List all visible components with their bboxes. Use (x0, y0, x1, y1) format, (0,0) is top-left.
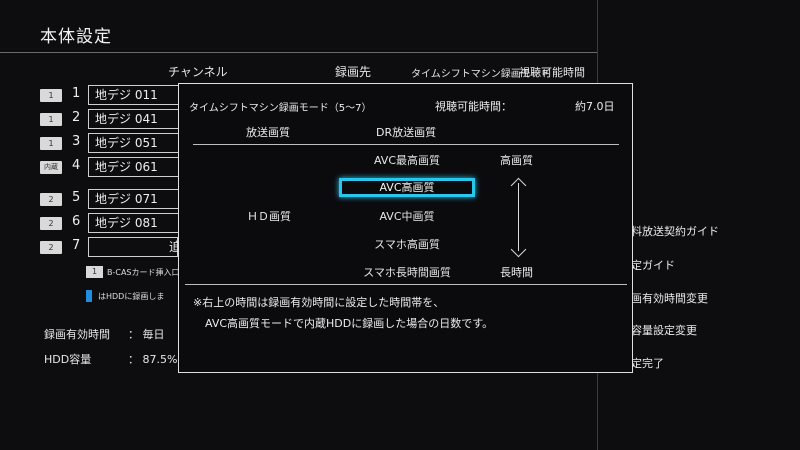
high-quality-label: 高画質 (500, 154, 533, 167)
row-number: 4 (72, 158, 81, 173)
row-number: 2 (72, 110, 81, 125)
dialog-divider (193, 144, 619, 145)
bcas-badge: 1 (86, 266, 103, 278)
arrow-down-icon (510, 241, 527, 258)
tuner-badge: 1 (40, 89, 62, 102)
broadcast-quality-label: 放送画質 (246, 126, 290, 139)
tuner-badge: 2 (40, 241, 62, 254)
tuner-badge: 2 (40, 217, 62, 230)
hdd-capacity-label: HDD容量 (44, 353, 92, 366)
dialog-note-line-2: AVC高画質モードで内蔵HDDに録画した場合の日数です。 (205, 317, 494, 330)
dialog-viewable-value: 約7.0日 (575, 100, 615, 113)
tuner-badge: 1 (40, 113, 62, 126)
option-avc-medium[interactable]: AVC中画質 (332, 208, 482, 224)
option-smartphone-long[interactable]: スマホ長時間画質 (332, 264, 482, 280)
channel-row-2[interactable]: 1 2 地デジ 041 (40, 109, 200, 129)
menu-item-setup-complete[interactable]: 定完了 (631, 355, 664, 371)
dialog-viewable-label: 視聴可能時間： (435, 100, 512, 113)
tuner-badge: 内蔵 (40, 161, 62, 174)
rec-time-value: ： 毎日 (128, 328, 165, 341)
hd-quality-label: ＨＤ画質 (247, 210, 291, 223)
option-avc-high-selected[interactable]: AVC高画質 (339, 178, 475, 197)
channel-row-5[interactable]: 2 5 地デジ 071 (40, 189, 200, 209)
hdd-marker (86, 290, 92, 302)
long-time-label: 長時間 (500, 266, 533, 279)
tuner-badge: 2 (40, 193, 62, 206)
row-number: 6 (72, 214, 81, 229)
menu-item-setup-guide[interactable]: 定ガイド (631, 257, 675, 273)
channel-row-1[interactable]: 1 1 地デジ 011 (40, 85, 200, 105)
row-number: 5 (72, 190, 81, 205)
channel-row-7[interactable]: 2 7 追 (40, 237, 200, 257)
column-header-viewable-time: 視聴可能時間 (519, 66, 585, 79)
column-header-channel: チャンネル (168, 65, 228, 79)
dialog-title: タイムシフトマシン録画モード（5〜7） (189, 103, 372, 114)
column-header-destination: 録画先 (335, 65, 372, 79)
menu-item-paid-broadcast-guide[interactable]: 料放送契約ガイド (631, 223, 719, 239)
page-title: 本体設定 (40, 27, 112, 47)
dr-quality-option[interactable]: DR放送画質 (376, 124, 436, 140)
dialog-divider-bottom (185, 284, 627, 285)
timeshift-mode-dialog: タイムシフトマシン録画モード（5〜7） 視聴可能時間： 約7.0日 放送画質 D… (178, 83, 633, 373)
rec-time-label: 録画有効時間 (44, 328, 110, 341)
menu-item-rec-time-change[interactable]: 画有効時間変更 (631, 290, 708, 306)
hdd-note: はHDDに録画しま (98, 292, 165, 301)
tuner-badge: 1 (40, 137, 62, 150)
option-smartphone-high[interactable]: スマホ高画質 (332, 236, 482, 252)
hdd-capacity-value: ： 87.5% (128, 353, 178, 366)
row-number: 3 (72, 134, 81, 149)
channel-row-6[interactable]: 2 6 地デジ 081 (40, 213, 200, 233)
row-number: 1 (72, 86, 81, 101)
bcas-note: B-CASカード挿入口 (107, 268, 180, 277)
channel-row-3[interactable]: 1 3 地デジ 051 (40, 133, 200, 153)
title-divider (0, 52, 598, 53)
row-number: 7 (72, 238, 81, 253)
option-avc-high-label: AVC高画質 (379, 181, 435, 194)
arrow-up-icon (510, 177, 527, 194)
option-avc-highest[interactable]: AVC最高画質 (332, 152, 482, 168)
dialog-note-line-1: ※右上の時間は録画有効時間に設定した時間帯を、 (193, 296, 445, 309)
menu-item-capacity-change[interactable]: 容量設定変更 (631, 322, 697, 338)
channel-field[interactable]: 追 (88, 237, 181, 257)
channel-row-4[interactable]: 内蔵 4 地デジ 061 (40, 157, 200, 177)
